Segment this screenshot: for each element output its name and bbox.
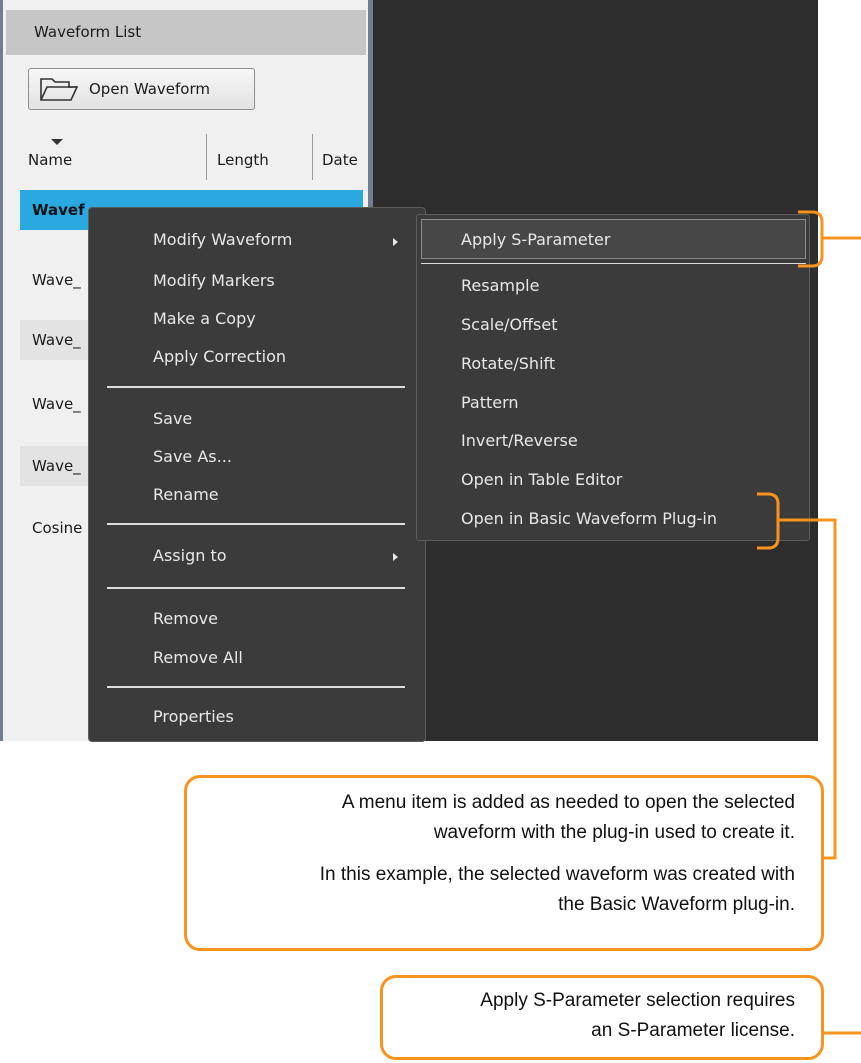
plugin-callout-line: In this example, the selected waveform w… xyxy=(319,864,795,885)
s-parameter-callout-line: Apply S-Parameter selection requires xyxy=(480,990,795,1011)
plugin-callout-line: A menu item is added as needed to open t… xyxy=(341,792,795,813)
s-parameter-callout: Apply S-Parameter selection requires an … xyxy=(380,975,824,1060)
s-parameter-bracket xyxy=(798,210,824,268)
plugin-callout: A menu item is added as needed to open t… xyxy=(184,775,824,951)
s-parameter-callout-line: an S-Parameter license. xyxy=(591,1020,795,1041)
plugin-bracket xyxy=(757,492,780,550)
plugin-callout-line: the Basic Waveform plug-in. xyxy=(558,894,795,915)
plugin-callout-line: waveform with the plug-in used to create… xyxy=(433,822,795,843)
